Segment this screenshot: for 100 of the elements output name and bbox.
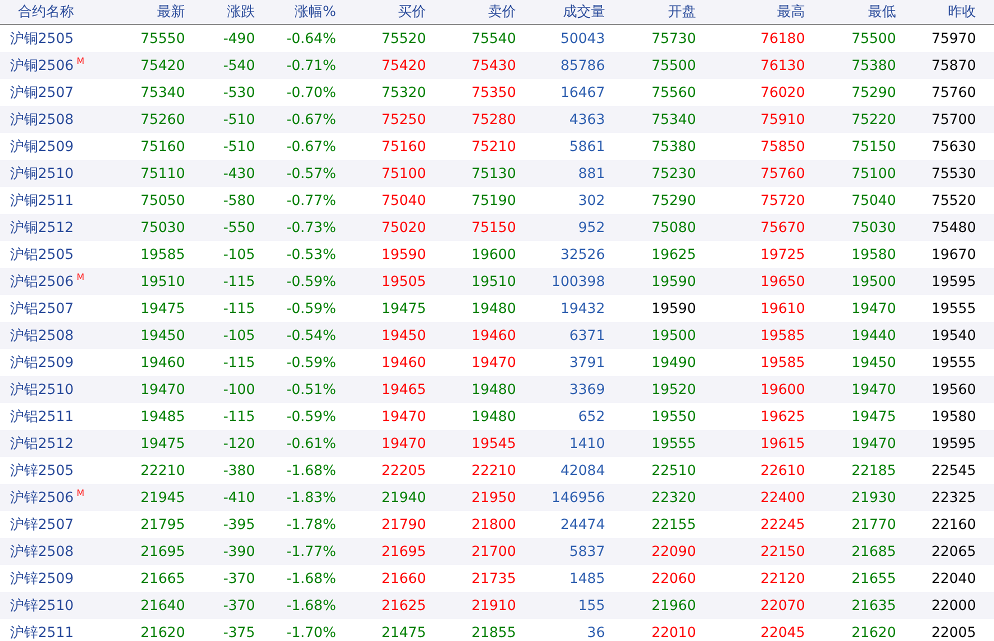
column-header[interactable]: 涨跌 bbox=[185, 3, 255, 21]
price-cell: 19550 bbox=[651, 408, 696, 424]
price-cell: 75500 bbox=[651, 58, 696, 74]
price-cell: -530 bbox=[223, 84, 255, 100]
price-cell: 75030 bbox=[140, 220, 185, 236]
volume-cell: 952 bbox=[578, 220, 605, 236]
price-cell: 22400 bbox=[760, 490, 805, 506]
price-cell: -580 bbox=[223, 192, 255, 208]
price-cell: 21665 bbox=[140, 570, 185, 586]
volume-cell: 36 bbox=[587, 624, 605, 640]
price-cell: -0.59% bbox=[286, 354, 336, 370]
volume-cell: 19432 bbox=[560, 300, 605, 316]
price-cell: 75160 bbox=[381, 138, 426, 154]
price-cell: 75150 bbox=[851, 138, 896, 154]
price-cell: 19510 bbox=[471, 274, 516, 290]
price-cell: 75420 bbox=[381, 58, 426, 74]
column-header[interactable]: 合约名称 bbox=[0, 3, 110, 21]
volume-cell: 6371 bbox=[569, 328, 605, 344]
price-cell: 19480 bbox=[471, 408, 516, 424]
column-header[interactable]: 涨幅% bbox=[255, 3, 336, 21]
price-cell: 75520 bbox=[381, 30, 426, 46]
price-cell: 19475 bbox=[140, 436, 185, 452]
price-cell: 75380 bbox=[851, 58, 896, 74]
column-header[interactable]: 最低 bbox=[805, 3, 896, 21]
price-cell: 22155 bbox=[651, 516, 696, 532]
price-cell: 75500 bbox=[851, 30, 896, 46]
price-cell: 19725 bbox=[760, 246, 805, 262]
price-cell: -390 bbox=[223, 544, 255, 560]
column-header[interactable]: 开盘 bbox=[605, 3, 696, 21]
column-header[interactable]: 卖价 bbox=[426, 3, 516, 21]
price-cell: 19480 bbox=[471, 300, 516, 316]
volume-cell: 1485 bbox=[569, 570, 605, 586]
volume-cell: 146956 bbox=[552, 490, 605, 506]
price-cell: 75290 bbox=[851, 84, 896, 100]
price-cell: 19470 bbox=[851, 300, 896, 316]
column-header[interactable]: 最高 bbox=[696, 3, 805, 21]
price-cell: 75630 bbox=[931, 138, 976, 154]
price-cell: -0.70% bbox=[286, 84, 336, 100]
column-header[interactable]: 买价 bbox=[336, 3, 426, 21]
price-cell: 22070 bbox=[760, 598, 805, 614]
volume-cell: 1410 bbox=[569, 436, 605, 452]
price-cell: -0.67% bbox=[286, 138, 336, 154]
price-cell: 21625 bbox=[381, 598, 426, 614]
price-cell: 19460 bbox=[471, 328, 516, 344]
price-cell: 75030 bbox=[851, 220, 896, 236]
column-header[interactable]: 最新 bbox=[110, 3, 185, 21]
price-cell: 22320 bbox=[651, 490, 696, 506]
price-cell: 21695 bbox=[381, 544, 426, 560]
volume-cell: 302 bbox=[578, 192, 605, 208]
price-cell: 22210 bbox=[471, 462, 516, 478]
price-cell: -115 bbox=[223, 274, 255, 290]
price-cell: 21855 bbox=[471, 624, 516, 640]
price-cell: -0.61% bbox=[286, 436, 336, 452]
price-cell: -115 bbox=[223, 300, 255, 316]
contract-name: 沪锌2509 bbox=[10, 570, 74, 586]
price-cell: 75530 bbox=[931, 166, 976, 182]
price-cell: 75700 bbox=[931, 112, 976, 128]
price-cell: 75540 bbox=[471, 30, 516, 46]
contract-name: 沪铝2508 bbox=[10, 328, 74, 344]
price-cell: 75040 bbox=[851, 192, 896, 208]
price-cell: 75250 bbox=[381, 112, 426, 128]
price-cell: 19475 bbox=[851, 408, 896, 424]
price-cell: 75110 bbox=[140, 166, 185, 182]
price-cell: 22325 bbox=[931, 490, 976, 506]
price-cell: 19470 bbox=[471, 354, 516, 370]
price-cell: 21950 bbox=[471, 490, 516, 506]
price-cell: -370 bbox=[223, 598, 255, 614]
price-cell: 19590 bbox=[651, 274, 696, 290]
price-cell: 19520 bbox=[651, 382, 696, 398]
price-cell: 19450 bbox=[851, 354, 896, 370]
contract-name: 沪锌2506 bbox=[10, 490, 74, 506]
price-cell: -510 bbox=[223, 112, 255, 128]
price-cell: -1.78% bbox=[286, 516, 336, 532]
volume-cell: 3791 bbox=[569, 354, 605, 370]
price-cell: 19600 bbox=[760, 382, 805, 398]
price-cell: 22510 bbox=[651, 462, 696, 478]
contract-name: 沪铝2511 bbox=[10, 408, 74, 424]
price-cell: 19585 bbox=[140, 246, 185, 262]
price-cell: -1.70% bbox=[286, 624, 336, 640]
column-header[interactable]: 昨收 bbox=[896, 3, 976, 21]
main-contract-marker: M bbox=[76, 56, 84, 66]
price-cell: 75560 bbox=[651, 84, 696, 100]
price-cell: 75670 bbox=[760, 220, 805, 236]
price-cell: 19450 bbox=[381, 328, 426, 344]
volume-cell: 100398 bbox=[552, 274, 605, 290]
price-cell: 21770 bbox=[851, 516, 896, 532]
price-cell: 22205 bbox=[381, 462, 426, 478]
price-cell: 21795 bbox=[140, 516, 185, 532]
price-cell: 21695 bbox=[140, 544, 185, 560]
price-cell: 19610 bbox=[760, 300, 805, 316]
price-cell: 19475 bbox=[140, 300, 185, 316]
price-cell: 22090 bbox=[651, 544, 696, 560]
price-cell: 75380 bbox=[651, 138, 696, 154]
price-cell: 21910 bbox=[471, 598, 516, 614]
price-cell: -0.53% bbox=[286, 246, 336, 262]
column-header[interactable]: 成交量 bbox=[516, 3, 605, 21]
price-cell: 21640 bbox=[140, 598, 185, 614]
price-cell: 19545 bbox=[471, 436, 516, 452]
contract-name: 沪铝2505 bbox=[10, 246, 74, 262]
price-cell: 19580 bbox=[851, 246, 896, 262]
